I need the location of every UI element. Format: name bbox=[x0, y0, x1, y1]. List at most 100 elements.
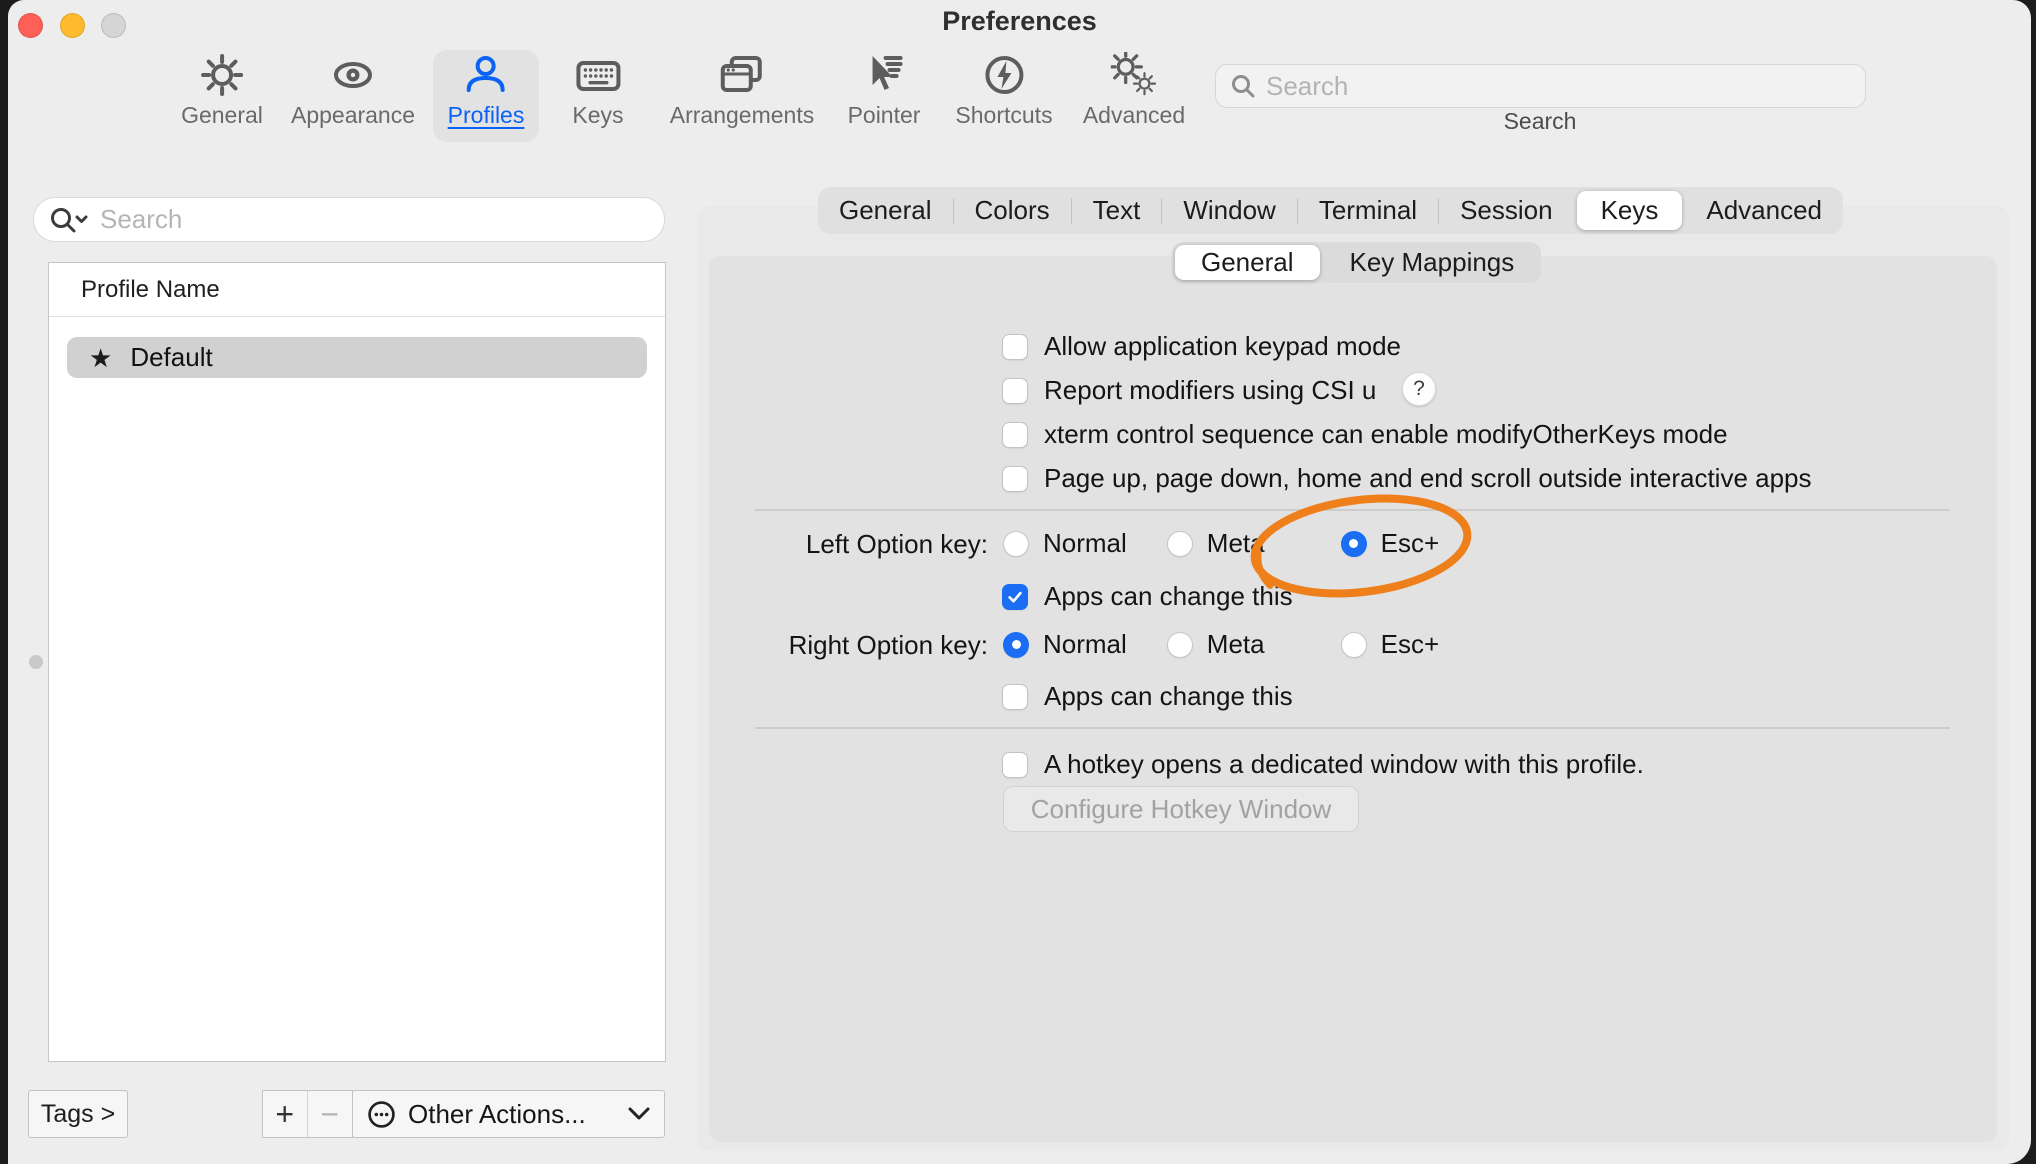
windows-icon bbox=[719, 52, 765, 98]
circled-ellipsis-icon bbox=[367, 1100, 396, 1129]
profile-row-default[interactable]: ★ Default bbox=[67, 337, 647, 378]
checkbox-label: Allow application keypad mode bbox=[1044, 331, 1401, 362]
left-option-key-label: Left Option key: bbox=[688, 529, 988, 560]
toolbar-item-label: Advanced bbox=[1083, 102, 1185, 129]
keyboard-icon bbox=[575, 52, 621, 98]
left-option-radio-group: Normal Meta Esc+ bbox=[1003, 528, 1439, 559]
profile-add-remove-group: + − bbox=[262, 1090, 353, 1138]
radio-esc[interactable] bbox=[1341, 632, 1367, 658]
checkbox-row-csi-u[interactable]: Report modifiers using CSI u bbox=[1002, 375, 1376, 406]
toolbar-item-label: Profiles bbox=[448, 102, 525, 129]
subtab-general[interactable]: General bbox=[1175, 245, 1320, 280]
toolbar-search-field[interactable]: Search bbox=[1215, 64, 1866, 108]
radio-label: Normal bbox=[1043, 528, 1127, 559]
checkbox-row-scroll-outside[interactable]: Page up, page down, home and end scroll … bbox=[1002, 463, 1812, 494]
toolbar-item-label: Keys bbox=[572, 102, 623, 129]
configure-hotkey-label: Configure Hotkey Window bbox=[1031, 794, 1332, 825]
toolbar-item-shortcuts[interactable]: Shortcuts bbox=[955, 52, 1052, 129]
tab-window[interactable]: Window bbox=[1162, 187, 1296, 234]
star-icon: ★ bbox=[89, 345, 112, 371]
tags-button-label: Tags > bbox=[41, 1100, 115, 1129]
profile-search-placeholder: Search bbox=[100, 204, 182, 235]
checkbox[interactable] bbox=[1002, 422, 1028, 448]
configure-hotkey-window-button[interactable]: Configure Hotkey Window bbox=[1003, 786, 1359, 832]
section-divider bbox=[755, 509, 1950, 511]
minus-icon: − bbox=[320, 1096, 339, 1133]
checkbox-label: Apps can change this bbox=[1044, 581, 1293, 612]
right-option-radio-group: Normal Meta Esc+ bbox=[1003, 629, 1439, 660]
remove-profile-button[interactable]: − bbox=[308, 1091, 353, 1137]
help-button[interactable]: ? bbox=[1402, 372, 1436, 406]
checkbox-row-left-apps-change[interactable]: Apps can change this bbox=[1002, 581, 1293, 612]
checkbox-row-modifyotherkeys[interactable]: xterm control sequence can enable modify… bbox=[1002, 419, 1728, 450]
person-icon bbox=[463, 52, 509, 98]
tab-session[interactable]: Session bbox=[1439, 187, 1574, 234]
toolbar-item-label: Pointer bbox=[848, 102, 921, 129]
profile-name: Default bbox=[130, 342, 212, 373]
checkbox-row-keypad[interactable]: Allow application keypad mode bbox=[1002, 331, 1401, 362]
section-divider bbox=[755, 727, 1950, 729]
check-icon bbox=[1005, 587, 1025, 607]
tab-text[interactable]: Text bbox=[1072, 187, 1162, 234]
radio-label: Meta bbox=[1207, 629, 1265, 660]
tab-terminal[interactable]: Terminal bbox=[1298, 187, 1438, 234]
toolbar-item-profiles[interactable]: Profiles bbox=[448, 52, 525, 129]
splitter-handle[interactable] bbox=[29, 655, 43, 669]
toolbar-item-appearance[interactable]: Appearance bbox=[291, 52, 415, 129]
radio-meta[interactable] bbox=[1167, 632, 1193, 658]
checkbox[interactable] bbox=[1002, 334, 1028, 360]
profile-list: Profile Name ★ Default bbox=[48, 262, 666, 1062]
screen: Preferences General Appearance Profiles bbox=[0, 0, 2036, 1164]
checkbox[interactable] bbox=[1002, 378, 1028, 404]
profile-search-field[interactable]: Search bbox=[33, 197, 665, 242]
tab-general[interactable]: General bbox=[818, 187, 953, 234]
toolbar-item-general[interactable]: General bbox=[181, 52, 263, 129]
plus-icon: + bbox=[275, 1096, 294, 1133]
subtab-key-mappings[interactable]: Key Mappings bbox=[1323, 242, 1542, 283]
window-title: Preferences bbox=[8, 6, 2031, 37]
bolt-circle-icon bbox=[981, 52, 1027, 98]
radio-meta[interactable] bbox=[1167, 531, 1193, 557]
chevron-down-icon bbox=[628, 1107, 650, 1121]
keys-subtab-bar: General Key Mappings bbox=[1172, 242, 1541, 283]
checkbox-label: xterm control sequence can enable modify… bbox=[1044, 419, 1728, 450]
profile-tab-bar: General Colors Text Window Terminal Sess… bbox=[818, 187, 1843, 234]
radio-label: Normal bbox=[1043, 629, 1127, 660]
tab-advanced[interactable]: Advanced bbox=[1685, 187, 1843, 234]
tags-button[interactable]: Tags > bbox=[28, 1090, 128, 1138]
toolbar-item-keys[interactable]: Keys bbox=[572, 52, 623, 129]
checkbox[interactable] bbox=[1002, 752, 1028, 778]
radio-normal-selected[interactable] bbox=[1003, 632, 1029, 658]
preferences-window: Preferences General Appearance Profiles bbox=[8, 0, 2031, 1164]
search-with-options-icon bbox=[48, 206, 92, 234]
checkbox-row-hotkey-window[interactable]: A hotkey opens a dedicated window with t… bbox=[1002, 749, 1644, 780]
radio-normal[interactable] bbox=[1003, 531, 1029, 557]
gear-icon bbox=[199, 52, 245, 98]
checkbox[interactable] bbox=[1002, 466, 1028, 492]
toolbar-item-advanced[interactable]: Advanced bbox=[1083, 52, 1185, 129]
radio-label: Esc+ bbox=[1381, 528, 1440, 559]
toolbar-item-label: General bbox=[181, 102, 263, 129]
checkbox-label: A hotkey opens a dedicated window with t… bbox=[1044, 749, 1644, 780]
toolbar-item-label: Shortcuts bbox=[955, 102, 1052, 129]
checkbox-checked[interactable] bbox=[1002, 584, 1028, 610]
radio-label: Esc+ bbox=[1381, 629, 1440, 660]
toolbar-item-label: Appearance bbox=[291, 102, 415, 129]
checkbox-label: Page up, page down, home and end scroll … bbox=[1044, 463, 1812, 494]
gears-icon bbox=[1111, 52, 1157, 98]
right-option-key-label: Right Option key: bbox=[688, 630, 988, 661]
checkbox[interactable] bbox=[1002, 684, 1028, 710]
tab-keys[interactable]: Keys bbox=[1577, 191, 1683, 230]
radio-label: Meta bbox=[1207, 528, 1265, 559]
toolbar-item-pointer[interactable]: Pointer bbox=[848, 52, 921, 129]
checkbox-label: Apps can change this bbox=[1044, 681, 1293, 712]
radio-esc-selected[interactable] bbox=[1341, 531, 1367, 557]
toolbar-item-label: Arrangements bbox=[670, 102, 814, 129]
tab-colors[interactable]: Colors bbox=[954, 187, 1071, 234]
toolbar-item-arrangements[interactable]: Arrangements bbox=[670, 52, 814, 129]
toolbar-search-placeholder: Search bbox=[1266, 71, 1348, 102]
add-profile-button[interactable]: + bbox=[263, 1091, 308, 1137]
other-actions-label: Other Actions... bbox=[408, 1099, 616, 1130]
checkbox-row-right-apps-change[interactable]: Apps can change this bbox=[1002, 681, 1293, 712]
other-actions-dropdown[interactable]: Other Actions... bbox=[352, 1090, 665, 1138]
